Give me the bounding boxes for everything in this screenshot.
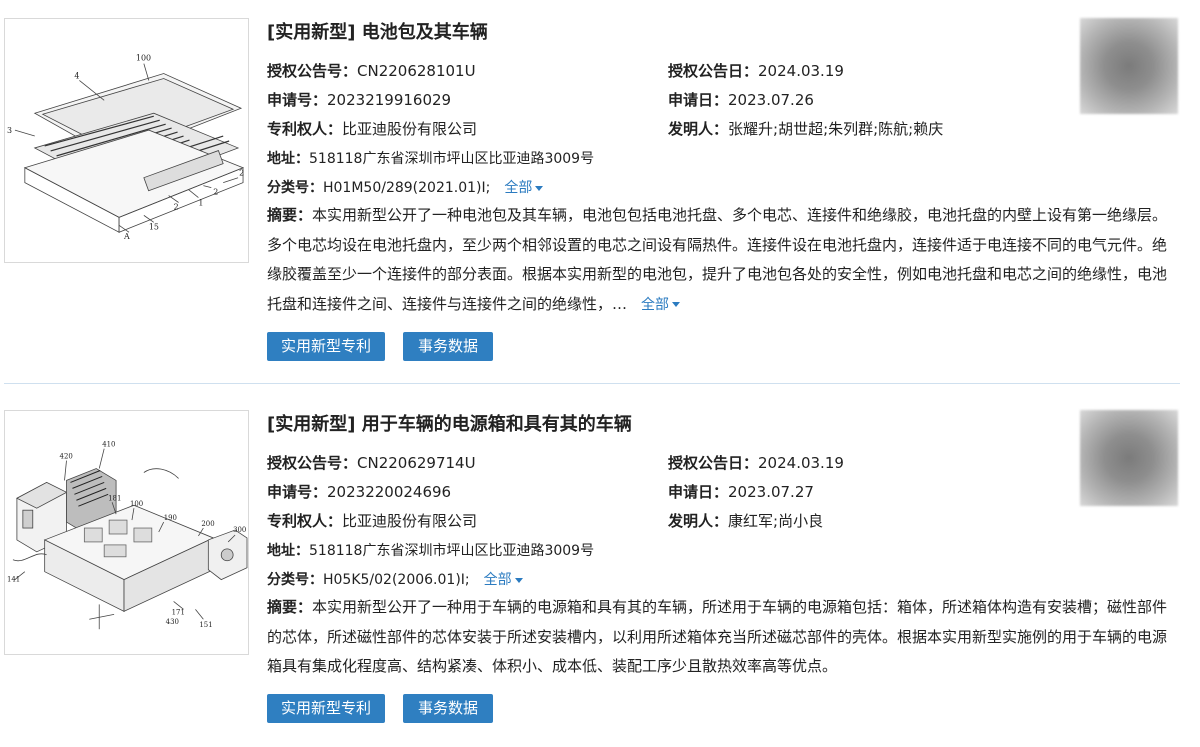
figure-label: 100 (136, 54, 151, 63)
field-value: CN220628101U (357, 62, 476, 80)
field-value: H01M50/289(2021.01)I; (323, 180, 491, 196)
figure-label: 3 (7, 126, 12, 135)
field-label: 地址： (267, 151, 309, 167)
figure-label: 430 (166, 618, 179, 626)
link-label: 全部 (483, 572, 512, 588)
field-label: 发明人： (668, 512, 729, 530)
patent-record: 420 410 181 100 190 200 300 141 171 430 … (0, 392, 1200, 747)
chevron-down-icon (672, 302, 681, 307)
record-divider (4, 383, 1180, 384)
utility-patent-button[interactable]: 实用新型专利 (267, 332, 385, 361)
application-number: 申请号：2023219916029 (267, 89, 451, 110)
application-date: 申请日：2023.07.26 (668, 89, 814, 110)
field-label: 申请日： (668, 91, 729, 109)
chevron-down-icon (535, 185, 544, 191)
figure-label: A (123, 232, 130, 241)
field-label: 专利权人： (267, 120, 343, 138)
classification: 分类号：H05K5/02(2006.01)I; 全部 (267, 569, 523, 589)
field-label: 分类号： (267, 572, 323, 588)
field-value: 比亚迪股份有限公司 (342, 120, 478, 138)
figure-label: 100 (130, 500, 143, 508)
field-label: 授权公告日： (668, 62, 759, 80)
field-label: 分类号： (267, 180, 323, 196)
field-value: CN220629714U (357, 454, 476, 472)
field-value: H05K5/02(2006.01)I; (323, 572, 470, 588)
expand-classification-link[interactable]: 全部 (504, 180, 544, 196)
inventors: 发明人：康红军;尚小良 (668, 510, 823, 531)
publication-date: 授权公告日：2024.03.19 (668, 452, 844, 473)
utility-patent-button[interactable]: 实用新型专利 (267, 694, 385, 723)
abstract-text: 本实用新型公开了一种电池包及其车辆，电池包包括电池托盘、多个电芯、连接件和绝缘胶… (267, 206, 1168, 313)
transaction-data-button[interactable]: 事务数据 (403, 694, 493, 723)
publication-number: 授权公告号：CN220629714U (267, 452, 476, 473)
publication-number: 授权公告号：CN220628101U (267, 60, 476, 81)
publication-date: 授权公告日：2024.03.19 (668, 60, 844, 81)
figure-label: 300 (233, 526, 246, 534)
figure-label: 15 (149, 222, 159, 231)
patent-record: 100 4 3 2 2 1 2 15 A [实用新型] 电池包及其车辆 授权公告… (0, 0, 1200, 384)
abstract: 摘要：本实用新型公开了一种电池包及其车辆，电池包包括电池托盘、多个电芯、连接件和… (267, 201, 1175, 320)
field-value: 518118广东省深圳市坪山区比亚迪路3009号 (309, 151, 595, 167)
figure-label: 171 (172, 608, 185, 616)
figure-label: 181 (108, 494, 121, 502)
patent-drawing-thumbnail[interactable]: 100 4 3 2 2 1 2 15 A (4, 18, 249, 263)
battery-pack-drawing: 100 4 3 2 2 1 2 15 A (7, 54, 244, 242)
patent-title[interactable]: [实用新型] 用于车辆的电源箱和具有其的车辆 (267, 410, 632, 436)
application-number: 申请号：2023220024696 (267, 481, 451, 502)
field-value: 2023.07.27 (728, 483, 814, 501)
field-label: 授权公告日： (668, 454, 759, 472)
field-value: 2024.03.19 (758, 62, 844, 80)
field-value: 2023220024696 (327, 483, 452, 501)
link-label: 全部 (641, 296, 670, 313)
field-value: 2023.07.26 (728, 91, 814, 109)
expand-classification-link[interactable]: 全部 (484, 572, 523, 588)
inventors: 发明人：张耀升;胡世超;朱列群;陈航;赖庆 (668, 118, 943, 139)
field-label: 专利权人： (267, 512, 343, 530)
patentee: 专利权人：比亚迪股份有限公司 (267, 510, 477, 531)
figure-label: 2 (239, 169, 244, 178)
field-value: 518118广东省深圳市坪山区比亚迪路3009号 (309, 543, 595, 559)
figure-label: 200 (201, 520, 214, 528)
field-label: 地址： (267, 543, 309, 559)
figure-label: 2 (213, 188, 218, 197)
figure-label: 190 (164, 514, 177, 522)
field-label: 申请号： (267, 91, 328, 109)
field-value: 比亚迪股份有限公司 (342, 512, 478, 530)
figure-label: 2 (174, 202, 179, 211)
applicant-logo (1080, 410, 1178, 506)
field-label: 摘要： (267, 206, 313, 224)
patent-drawing-thumbnail[interactable]: 420 410 181 100 190 200 300 141 171 430 … (4, 410, 249, 655)
field-label: 申请日： (668, 483, 729, 501)
link-label: 全部 (504, 180, 533, 196)
patentee: 专利权人：比亚迪股份有限公司 (267, 118, 477, 139)
figure-label: 4 (74, 72, 79, 81)
figure-label: 420 (60, 453, 73, 461)
application-date: 申请日：2023.07.27 (668, 481, 814, 502)
field-label: 发明人： (668, 120, 729, 138)
patent-title[interactable]: [实用新型] 电池包及其车辆 (267, 18, 488, 44)
classification: 分类号：H01M50/289(2021.01)I; 全部 (267, 177, 544, 197)
field-value: 康红军;尚小良 (728, 512, 824, 530)
power-box-drawing: 420 410 181 100 190 200 300 141 171 430 … (7, 441, 248, 629)
abstract: 摘要：本实用新型公开了一种用于车辆的电源箱和具有其的车辆，所述用于车辆的电源箱包… (267, 593, 1175, 682)
figure-label: 151 (199, 621, 212, 629)
field-value: 2024.03.19 (758, 454, 844, 472)
field-value: 张耀升;胡世超;朱列群;陈航;赖庆 (728, 120, 944, 138)
figure-label: 410 (102, 441, 115, 449)
address: 地址：518118广东省深圳市坪山区比亚迪路3009号 (267, 540, 594, 560)
address: 地址：518118广东省深圳市坪山区比亚迪路3009号 (267, 148, 594, 168)
field-label: 授权公告号： (267, 62, 358, 80)
field-value: 2023219916029 (327, 91, 452, 109)
field-label: 授权公告号： (267, 454, 358, 472)
field-label: 摘要： (267, 598, 313, 616)
expand-abstract-link[interactable]: 全部 (641, 296, 681, 313)
figure-label: 141 (7, 576, 20, 584)
figure-label: 1 (198, 198, 203, 207)
transaction-data-button[interactable]: 事务数据 (403, 332, 493, 361)
chevron-down-icon (514, 577, 523, 583)
applicant-logo (1080, 18, 1178, 114)
field-label: 申请号： (267, 483, 328, 501)
abstract-text: 本实用新型公开了一种用于车辆的电源箱和具有其的车辆，所述用于车辆的电源箱包括：箱… (267, 598, 1168, 675)
